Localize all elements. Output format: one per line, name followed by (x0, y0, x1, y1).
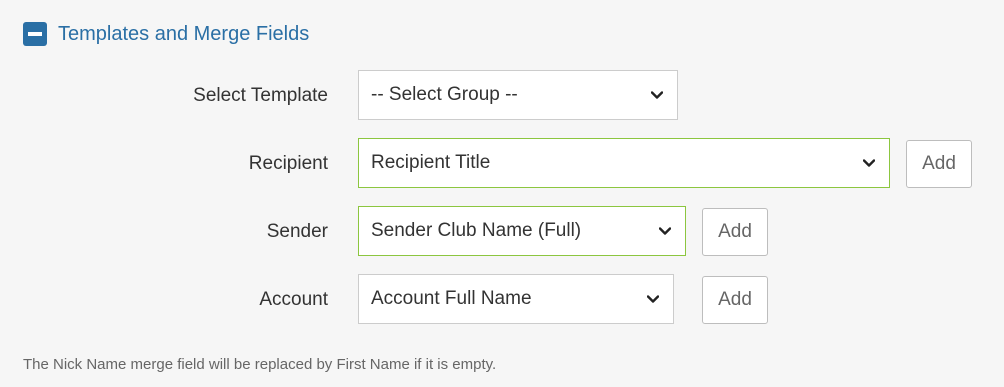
section-header: Templates and Merge Fields (23, 19, 309, 49)
account-dropdown[interactable]: Account Full Name (358, 274, 674, 324)
section-title[interactable]: Templates and Merge Fields (58, 23, 309, 46)
recipient-value: Recipient Title (371, 152, 491, 173)
sender-add-button[interactable]: Add (702, 208, 768, 256)
select-template-label: Select Template (193, 85, 328, 106)
sender-label: Sender (266, 221, 328, 242)
account-label: Account (259, 289, 328, 310)
account-value: Account Full Name (371, 288, 532, 309)
chevron-down-icon (647, 293, 659, 305)
select-template-dropdown[interactable]: -- Select Group -- (358, 70, 678, 120)
sender-value: Sender Club Name (Full) (371, 220, 582, 241)
sender-dropdown[interactable]: Sender Club Name (Full) (358, 206, 686, 256)
chevron-down-icon (659, 225, 671, 237)
chevron-down-icon (651, 89, 663, 101)
nickname-footnote: The Nick Name merge field will be replac… (23, 356, 497, 373)
select-template-value: -- Select Group -- (371, 84, 518, 105)
collapse-icon[interactable] (23, 22, 47, 46)
recipient-label: Recipient (248, 153, 328, 174)
templates-merge-fields-panel: Templates and Merge Fields Select Templa… (0, 0, 1004, 387)
account-add-button[interactable]: Add (702, 276, 768, 324)
recipient-add-button[interactable]: Add (906, 140, 972, 188)
recipient-dropdown[interactable]: Recipient Title (358, 138, 890, 188)
chevron-down-icon (863, 157, 875, 169)
